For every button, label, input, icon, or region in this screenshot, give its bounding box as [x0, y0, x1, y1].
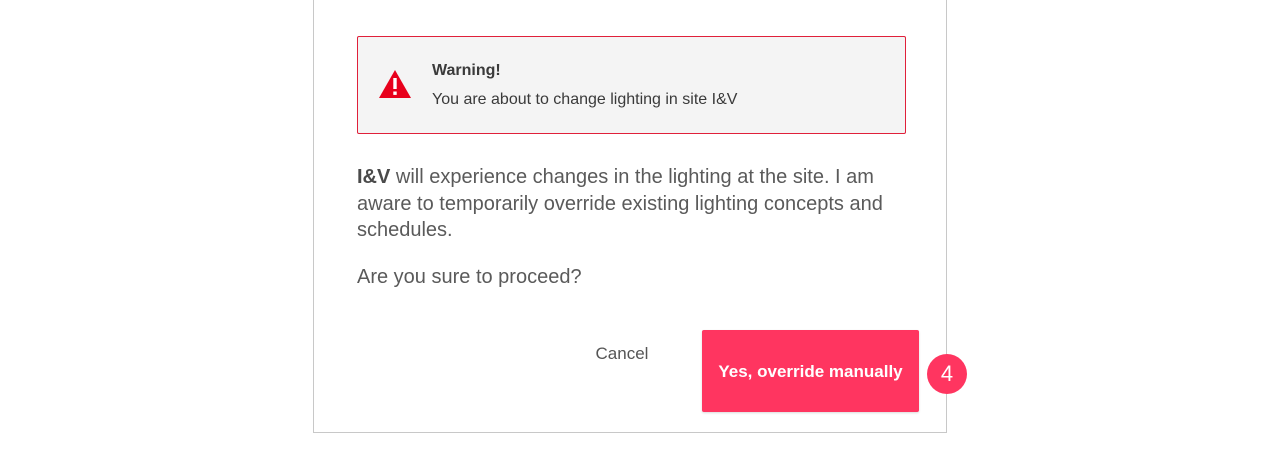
- cancel-button[interactable]: Cancel: [572, 336, 672, 372]
- override-manually-button[interactable]: Yes, override manually: [702, 330, 919, 412]
- alert-message: You are about to change lighting in site…: [432, 91, 738, 108]
- dialog-description: I&V will experience changes in the light…: [357, 164, 927, 244]
- confirmation-question: Are you sure to proceed?: [357, 266, 582, 288]
- alert-title: Warning!: [432, 62, 501, 79]
- warning-triangle-icon: [379, 70, 411, 98]
- step-number-badge: 4: [927, 354, 967, 394]
- page: Warning! You are about to change lightin…: [0, 0, 1280, 461]
- description-text: will experience changes in the lighting …: [357, 166, 883, 241]
- override-confirmation-dialog: Warning! You are about to change lightin…: [313, 0, 947, 433]
- warning-alert: Warning! You are about to change lightin…: [357, 36, 906, 134]
- site-name: I&V: [357, 166, 391, 188]
